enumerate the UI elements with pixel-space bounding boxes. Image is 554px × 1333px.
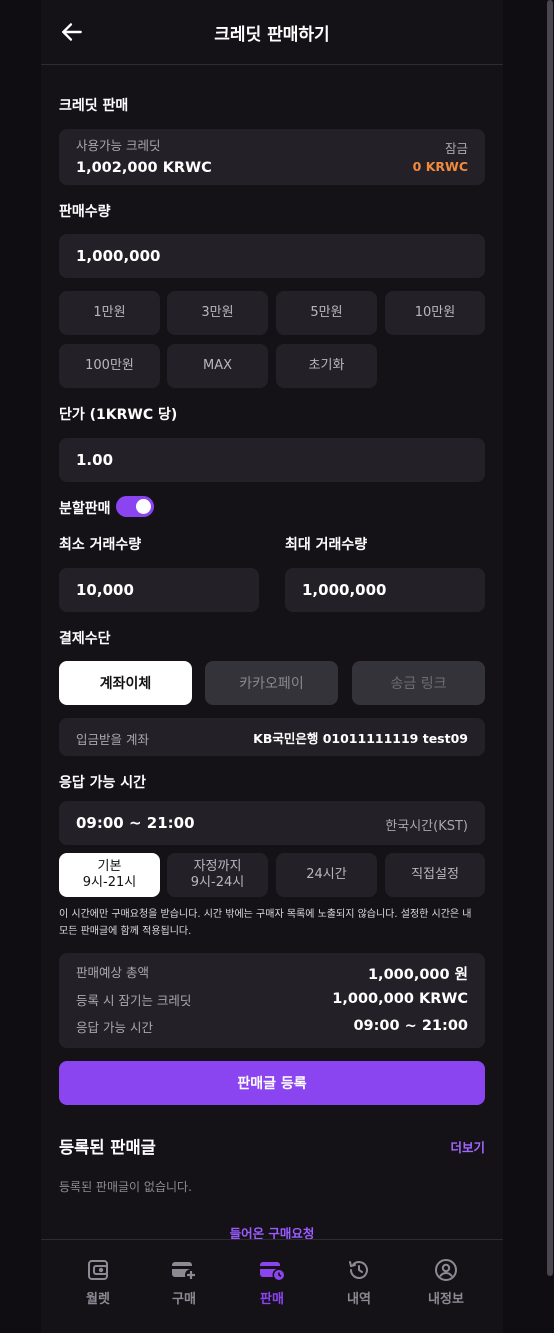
card-clock-icon: [260, 1262, 285, 1282]
payment-bank-transfer-button[interactable]: 계좌이체: [59, 661, 192, 705]
header: 크레딧 판매하기: [41, 0, 503, 65]
user-icon: [435, 1259, 457, 1281]
nav-label: 내정보: [428, 1292, 464, 1307]
submit-listing-label: 판매글 등록: [237, 1076, 307, 1092]
nav-item-sell[interactable]: 판매: [232, 1258, 312, 1307]
credit-sale-label: 크레딧 판매: [59, 98, 129, 114]
min-qty-label: 최소 거래수량: [59, 537, 142, 553]
sell-credit-page: 크레딧 판매하기 크레딧 판매 사용가능 크레딧 1,002,000 KRWC …: [41, 0, 503, 1333]
nav-item-history[interactable]: 내역: [319, 1258, 399, 1307]
preset-reset-button[interactable]: 초기화: [276, 344, 377, 388]
response-time-label: 응답 가능 시간: [59, 775, 147, 791]
max-qty-label: 최대 거래수량: [285, 537, 368, 553]
credit-balance-card: 사용가능 크레딧 1,002,000 KRWC 잠금 0 KRWC: [59, 129, 485, 185]
unit-price-label: 단가 (1KRWC 당): [59, 407, 178, 423]
quantity-label: 판매수량: [59, 204, 111, 220]
max-qty-input[interactable]: 1,000,000: [285, 568, 485, 612]
locked-credit-value: 0 KRWC: [412, 159, 468, 174]
notice-line-1: 이 시간에만 구매요청을 받습니다. 시간 밖에는 구매자 목록에 노출되지 않…: [59, 909, 472, 920]
toggle-knob: [136, 499, 151, 514]
history-icon: [349, 1261, 368, 1279]
nav-item-buy[interactable]: 구매: [144, 1258, 224, 1307]
submit-listing-button[interactable]: 판매글 등록: [59, 1061, 485, 1105]
deposit-account-row[interactable]: 입금받을 계좌 KB국민은행 01011111119 test09: [59, 718, 485, 756]
payment-kakaopay-button[interactable]: 카카오페이: [205, 661, 338, 705]
split-sale-toggle[interactable]: [116, 496, 154, 517]
nav-label: 내역: [347, 1292, 371, 1307]
nav-item-my-info[interactable]: 내정보: [406, 1258, 486, 1307]
time-option-title: 자정까지: [193, 858, 242, 874]
summary-time-label: 응답 가능 시간: [76, 1020, 153, 1035]
summary-card: 판매예상 총액 1,000,000 원 등록 시 잠기는 크레딧 1,000,0…: [59, 953, 485, 1048]
page-title: 크레딧 판매하기: [214, 25, 330, 45]
summary-locked-label: 등록 시 잠기는 크레딧: [76, 993, 192, 1008]
empty-listings-text: 등록된 판매글이 없습니다.: [59, 1180, 192, 1194]
card-plus-icon: [172, 1262, 197, 1281]
split-sale-label: 분할판매: [59, 501, 111, 517]
bottom-nav: 월렛 구매 판매 내역 내정보: [41, 1239, 503, 1333]
wallet-icon: [88, 1260, 108, 1280]
available-credit-value: 1,002,000 KRWC: [76, 160, 212, 176]
time-default-button[interactable]: 기본 9시-21시: [59, 853, 160, 897]
preset-30k-button[interactable]: 3만원: [167, 291, 268, 335]
locked-credit-label: 잠금: [444, 141, 468, 156]
nav-label: 월렛: [86, 1292, 110, 1307]
summary-total-label: 판매예상 총액: [76, 965, 149, 980]
quantity-input[interactable]: 1,000,000: [59, 234, 485, 278]
time-option-title: 기본: [97, 858, 122, 874]
summary-locked-value: 1,000,000 KRWC: [332, 991, 468, 1007]
deposit-account-label: 입금받을 계좌: [76, 732, 149, 747]
preset-50k-button[interactable]: 5만원: [276, 291, 377, 335]
payment-send-link-button[interactable]: 송금 링크: [352, 661, 485, 705]
response-time-display: 09:00 ~ 21:00 한국시간(KST): [59, 801, 485, 845]
response-time-value: 09:00 ~ 21:00: [76, 814, 195, 832]
summary-time-value: 09:00 ~ 21:00: [353, 1018, 468, 1034]
min-qty-input[interactable]: 10,000: [59, 568, 259, 612]
unit-price-input[interactable]: 1.00: [59, 438, 485, 482]
registered-listings-title: 등록된 판매글: [59, 1138, 156, 1157]
preset-100k-button[interactable]: 10만원: [385, 291, 485, 335]
notice-line-2: 모든 판매글에 함께 적용됩니다.: [59, 926, 192, 937]
time-custom-button[interactable]: 직접설정: [385, 853, 485, 897]
preset-max-button[interactable]: MAX: [167, 344, 268, 388]
time-24h-button[interactable]: 24시간: [276, 853, 377, 897]
available-credit-label: 사용가능 크레딧: [76, 138, 161, 153]
summary-total-value: 1,000,000 원: [367, 967, 468, 983]
time-midnight-button[interactable]: 자정까지 9시-24시: [167, 853, 268, 897]
payment-label: 결제수단: [59, 631, 111, 647]
preset-10k-button[interactable]: 1만원: [59, 291, 160, 335]
nav-label: 판매: [260, 1292, 284, 1307]
nav-item-wallet[interactable]: 월렛: [58, 1258, 138, 1307]
deposit-account-value: KB국민은행 01011111119 test09: [253, 731, 468, 746]
time-option-sub: 9시-24시: [190, 875, 245, 890]
time-option-sub: 9시-21시: [82, 875, 137, 890]
response-time-notice: 이 시간에만 구매요청을 받습니다. 시간 밖에는 구매자 목록에 노출되지 않…: [59, 906, 499, 940]
scrollbar[interactable]: [547, 0, 553, 1276]
more-link[interactable]: 더보기: [450, 1137, 485, 1156]
nav-label: 구매: [172, 1292, 196, 1307]
preset-1m-button[interactable]: 100만원: [59, 344, 160, 388]
timezone-text: 한국시간(KST): [385, 819, 468, 834]
